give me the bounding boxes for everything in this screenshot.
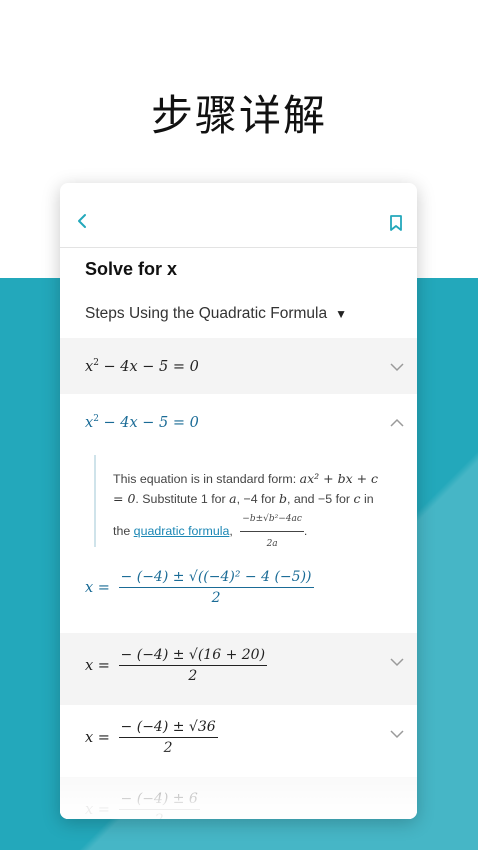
equation-fraction: − (−4) ± √(16 + 20) 2	[118, 647, 268, 684]
equation-fraction: − (−4) ± 6 2	[118, 791, 200, 819]
equation-fraction: − (−4) ± √36 2	[118, 719, 218, 756]
step-row[interactable]: x = − (−4) ± √36 2	[60, 705, 417, 777]
bookmark-icon[interactable]	[389, 215, 403, 231]
chevron-left-icon[interactable]	[74, 213, 90, 229]
formula-fraction: −b±√b²−4ac 2a	[240, 509, 304, 554]
chevron-down-icon[interactable]	[390, 729, 404, 739]
chevron-down-icon[interactable]	[390, 362, 404, 372]
solution-card: Solve for x Steps Using the Quadratic Fo…	[60, 183, 417, 819]
method-label: Steps Using the Quadratic Formula	[85, 305, 328, 322]
step-explanation: This equation is in standard form: ax² +…	[94, 455, 381, 549]
card-navbar	[60, 183, 417, 248]
chevron-up-icon[interactable]	[390, 418, 404, 428]
equation-fraction: − (−4) ± √((−4)² − 4 (−5)) 2	[118, 569, 314, 606]
step-row[interactable]: x = − (−4) ± √(16 + 20) 2	[60, 633, 417, 705]
step-equation: x = − (−4) ± √((−4)² − 4 (−5)) 2	[85, 569, 314, 606]
step-expression: x2 − 4x − 5 = 0	[85, 414, 199, 431]
step-row-expanded[interactable]: x2 − 4x − 5 = 0	[60, 394, 417, 450]
explanation-text: This equation is in standard form: ax² +…	[113, 469, 383, 554]
quadratic-formula-link[interactable]: quadratic formula	[134, 524, 230, 538]
step-row[interactable]: x2 − 4x − 5 = 0	[60, 338, 417, 394]
page-headline: 步骤详解	[150, 91, 327, 140]
step-row: x = − (−4) ± √((−4)² − 4 (−5)) 2	[60, 561, 417, 633]
step-equation: x = − (−4) ± √36 2	[85, 719, 218, 756]
step-equation: x = − (−4) ± 6 2	[85, 791, 200, 819]
caret-down-icon: ▼	[335, 307, 347, 321]
chevron-down-icon[interactable]	[390, 657, 404, 667]
step-equation: x = − (−4) ± √(16 + 20) 2	[85, 647, 268, 684]
step-expression: x2 − 4x − 5 = 0	[85, 358, 199, 375]
method-selector[interactable]: Steps Using the Quadratic Formula ▼	[85, 305, 347, 323]
step-row[interactable]: x = − (−4) ± 6 2	[60, 777, 417, 819]
solve-title: Solve for x	[85, 259, 178, 279]
